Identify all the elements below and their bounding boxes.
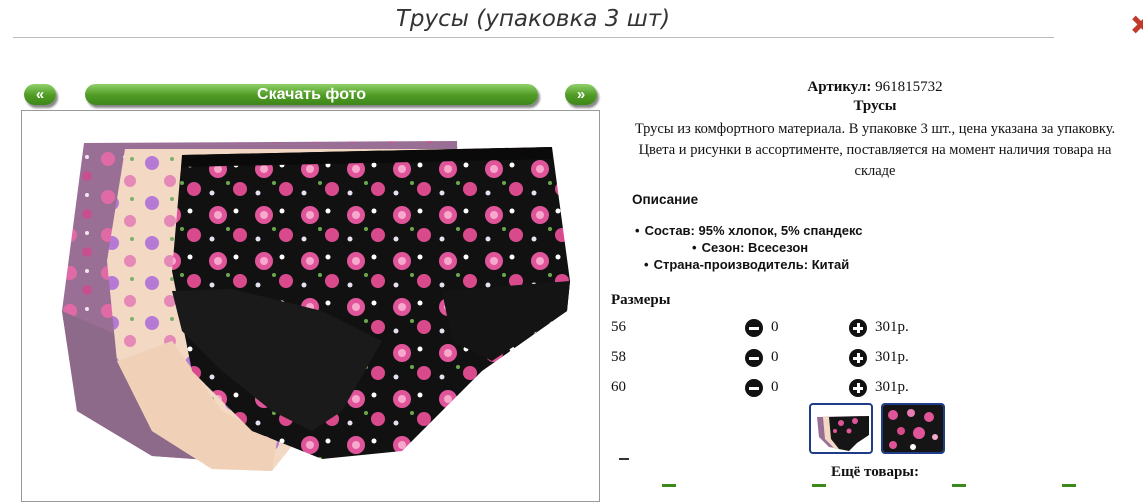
page-title: Трусы (упаковка 3 шт) <box>395 6 671 32</box>
article-line: Артикул: 961815732 <box>607 79 1143 96</box>
title-divider <box>13 37 1054 38</box>
download-photo-button[interactable]: Скачать фото <box>85 84 538 105</box>
price-value: 301р. <box>875 379 909 395</box>
spec-season: Сезон: Всесезон <box>692 240 809 255</box>
next-photo-button[interactable]: » <box>565 84 597 105</box>
size-row: 58 0 301р. <box>611 349 941 369</box>
more-products-links <box>607 484 1143 490</box>
quantity-value: 0 <box>771 319 779 335</box>
price-value: 301р. <box>875 319 909 335</box>
description-line: Цвета и рисунки в ассортименте, поставля… <box>638 142 1112 158</box>
prev-photo-button[interactable]: « <box>24 84 56 105</box>
product-photo-image <box>62 141 570 471</box>
close-icon[interactable] <box>1131 14 1143 34</box>
spec-country: Страна-производитель: Китай <box>644 257 850 272</box>
description-line: Трусы из комфортного материала. В упаков… <box>634 121 1116 137</box>
product-description: Трусы из комфортного материала. В упаков… <box>607 119 1143 182</box>
minus-icon[interactable] <box>745 319 763 337</box>
size-row: 56 0 301р. <box>611 319 941 339</box>
photo-thumbnail[interactable] <box>809 403 873 454</box>
plus-icon[interactable] <box>849 349 867 367</box>
size-value: 56 <box>611 319 626 335</box>
divider-mark <box>619 458 629 460</box>
article-label: Артикул: <box>807 79 872 95</box>
minus-icon[interactable] <box>745 349 763 367</box>
product-photo <box>21 110 600 502</box>
plus-icon[interactable] <box>849 379 867 397</box>
thumbnail-image <box>883 405 943 452</box>
spec-composition: Состав: 95% хлопок, 5% спандекс <box>635 223 863 238</box>
size-value: 58 <box>611 349 626 365</box>
minus-icon[interactable] <box>745 379 763 397</box>
description-line: складе <box>854 163 896 179</box>
size-value: 60 <box>611 379 626 395</box>
sizes-heading: Размеры <box>611 292 671 308</box>
product-name: Трусы <box>853 98 897 114</box>
quantity-value: 0 <box>771 349 779 365</box>
photo-thumbnail[interactable] <box>881 403 945 454</box>
plus-icon[interactable] <box>849 319 867 337</box>
price-value: 301р. <box>875 349 909 365</box>
size-row: 60 0 301р. <box>611 379 941 399</box>
quantity-value: 0 <box>771 379 779 395</box>
description-heading: Описание <box>632 192 699 207</box>
more-products-heading: Ещё товары: <box>830 464 920 480</box>
article-value: 961815732 <box>875 79 943 95</box>
thumbnail-image <box>817 416 869 451</box>
